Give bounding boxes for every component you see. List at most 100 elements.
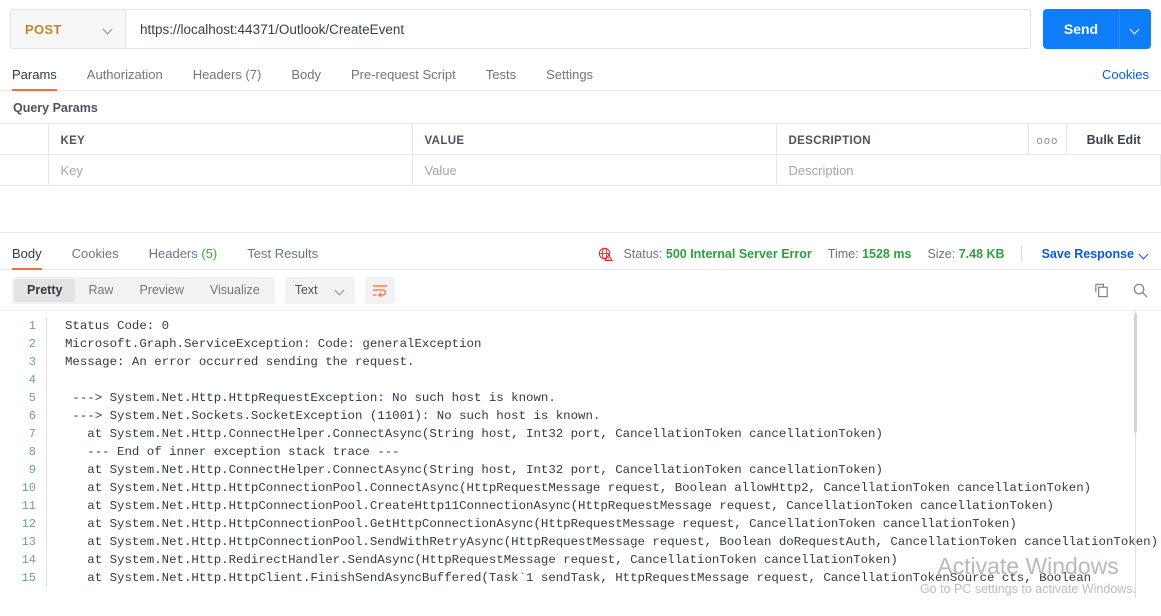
code-line-text: Status Code: 0 <box>65 319 170 333</box>
response-format-label: Text <box>294 283 318 297</box>
param-key-input[interactable]: Key <box>47 154 413 186</box>
bulk-edit-button[interactable]: Bulk Edit <box>1066 123 1161 155</box>
header-label-description: DESCRIPTION <box>788 134 871 147</box>
fold-rail <box>46 497 60 515</box>
send-options-button[interactable] <box>1119 9 1151 49</box>
request-url-input[interactable] <box>125 9 1031 49</box>
fold-rail <box>46 353 60 371</box>
param-value-placeholder: Value <box>424 162 457 178</box>
code-line-text: Message: An error occurred sending the r… <box>65 355 415 369</box>
cookies-link[interactable]: Cookies <box>1102 67 1149 91</box>
response-tab-headers[interactable]: Headers (5) <box>149 246 218 270</box>
code-line-text: --- End of inner exception stack trace -… <box>65 445 400 459</box>
fold-rail <box>46 371 60 389</box>
header-cell-checkbox <box>0 123 49 155</box>
time-label: Time: <box>827 247 859 261</box>
view-mode-pretty[interactable]: Pretty <box>14 278 76 302</box>
fold-rail <box>46 461 60 479</box>
chevron-down-icon <box>1140 250 1149 259</box>
code-line-text: Microsoft.Graph.ServiceException: Code: … <box>65 337 482 351</box>
code-line-text: at System.Net.Http.RedirectHandler.SendA… <box>65 553 898 567</box>
code-line: 14 at System.Net.Http.RedirectHandler.Se… <box>0 551 1161 569</box>
response-view-toolbar: Pretty Raw Preview Visualize Text <box>0 270 1161 310</box>
vertical-scrollbar-thumb[interactable] <box>1134 313 1137 433</box>
send-button[interactable]: Send <box>1043 9 1119 49</box>
code-line: 5 ---> System.Net.Http.HttpRequestExcept… <box>0 389 1161 407</box>
request-url-bar: POST Send <box>0 0 1161 58</box>
line-number: 10 <box>21 481 36 495</box>
search-icon[interactable] <box>1132 282 1149 299</box>
fold-rail <box>46 533 60 551</box>
view-mode-raw[interactable]: Raw <box>75 279 126 302</box>
line-number: 7 <box>28 427 36 441</box>
status-label: Status: <box>623 247 663 261</box>
tab-body[interactable]: Body <box>291 67 321 91</box>
bulk-edit-label: Bulk Edit <box>1086 132 1141 147</box>
param-value-input[interactable]: Value <box>411 154 777 186</box>
tab-params[interactable]: Params <box>12 67 57 91</box>
http-method-select[interactable]: POST <box>10 9 125 49</box>
code-line-text: at System.Net.Http.HttpConnectionPool.Se… <box>65 535 1159 549</box>
query-params-title: Query Params <box>13 101 98 115</box>
header-cell-key: KEY <box>47 123 413 155</box>
response-body-code-viewer[interactable]: 1 Status Code: 0 2 Microsoft.Graph.ServiceE… <box>0 310 1161 598</box>
line-number: 15 <box>21 571 36 585</box>
line-number: 12 <box>21 517 36 531</box>
code-line: 13 at System.Net.Http.HttpConnectionPool… <box>0 533 1161 551</box>
code-line-text: at System.Net.Http.ConnectHelper.Connect… <box>65 427 883 441</box>
copy-icon[interactable] <box>1093 282 1110 299</box>
response-tab-test-results[interactable]: Test Results <box>247 246 318 270</box>
fold-rail <box>46 389 60 407</box>
header-cell-value: VALUE <box>411 123 777 155</box>
tab-headers[interactable]: Headers (7) <box>193 67 262 91</box>
code-line: 6 ---> System.Net.Sockets.SocketExceptio… <box>0 407 1161 425</box>
line-number: 1 <box>28 319 36 333</box>
http-method-label: POST <box>25 21 62 37</box>
response-tab-body[interactable]: Body <box>12 246 42 270</box>
tab-authorization[interactable]: Authorization <box>87 67 163 91</box>
response-tab-cookies[interactable]: Cookies <box>72 246 119 270</box>
line-number: 5 <box>28 391 36 405</box>
view-mode-visualize[interactable]: Visualize <box>197 279 273 302</box>
param-key-placeholder: Key <box>60 162 83 178</box>
response-action-icons <box>1093 282 1149 299</box>
view-mode-preview[interactable]: Preview <box>126 279 196 302</box>
param-description-input[interactable]: Description <box>775 154 1161 186</box>
line-number: 11 <box>21 499 36 513</box>
code-line-text: at System.Net.Http.HttpClient.FinishSend… <box>65 571 1092 585</box>
size-value: 7.48 KB <box>958 247 1005 261</box>
fold-rail <box>46 515 60 533</box>
code-line-text: at System.Net.Http.ConnectHelper.Connect… <box>65 463 883 477</box>
code-line: 9 at System.Net.Http.ConnectHelper.Conne… <box>0 461 1161 479</box>
ssl-warning-icon[interactable] <box>598 247 614 262</box>
chevron-down-icon <box>104 25 113 34</box>
params-more-options-button[interactable]: ooo <box>1028 123 1067 155</box>
header-label-value: VALUE <box>424 134 465 147</box>
response-view-mode-group: Pretty Raw Preview Visualize <box>12 276 275 304</box>
code-line-text: ---> System.Net.Http.HttpRequestExceptio… <box>65 391 556 405</box>
fold-rail <box>46 335 60 353</box>
response-format-select[interactable]: Text <box>284 276 355 304</box>
fold-rail <box>46 569 60 587</box>
fold-rail <box>46 479 60 497</box>
tab-settings[interactable]: Settings <box>546 67 593 91</box>
params-empty-space <box>0 186 1161 233</box>
code-line: 12 at System.Net.Http.HttpConnectionPool… <box>0 515 1161 533</box>
chevron-down-icon <box>336 286 345 295</box>
code-line: 7 at System.Net.Http.ConnectHelper.Conne… <box>0 425 1161 443</box>
code-line: 8 --- End of inner exception stack trace… <box>0 443 1161 461</box>
save-response-button[interactable]: Save Response <box>1042 247 1149 261</box>
code-line: 1 Status Code: 0 <box>0 317 1161 335</box>
send-button-group: Send <box>1043 9 1151 49</box>
divider <box>1020 246 1022 262</box>
code-line-text: ---> System.Net.Sockets.SocketException … <box>65 409 601 423</box>
wrap-lines-button[interactable] <box>364 276 395 304</box>
size-group: Size: 7.48 KB <box>927 247 1004 261</box>
row-checkbox-cell[interactable] <box>0 154 49 186</box>
header-cell-description: DESCRIPTION <box>775 123 1029 155</box>
tab-tests[interactable]: Tests <box>486 67 516 91</box>
size-label: Size: <box>927 247 956 261</box>
tab-pre-request-script[interactable]: Pre-request Script <box>351 67 456 91</box>
response-headers-count: (5) <box>201 246 218 261</box>
line-number: 8 <box>28 445 36 459</box>
